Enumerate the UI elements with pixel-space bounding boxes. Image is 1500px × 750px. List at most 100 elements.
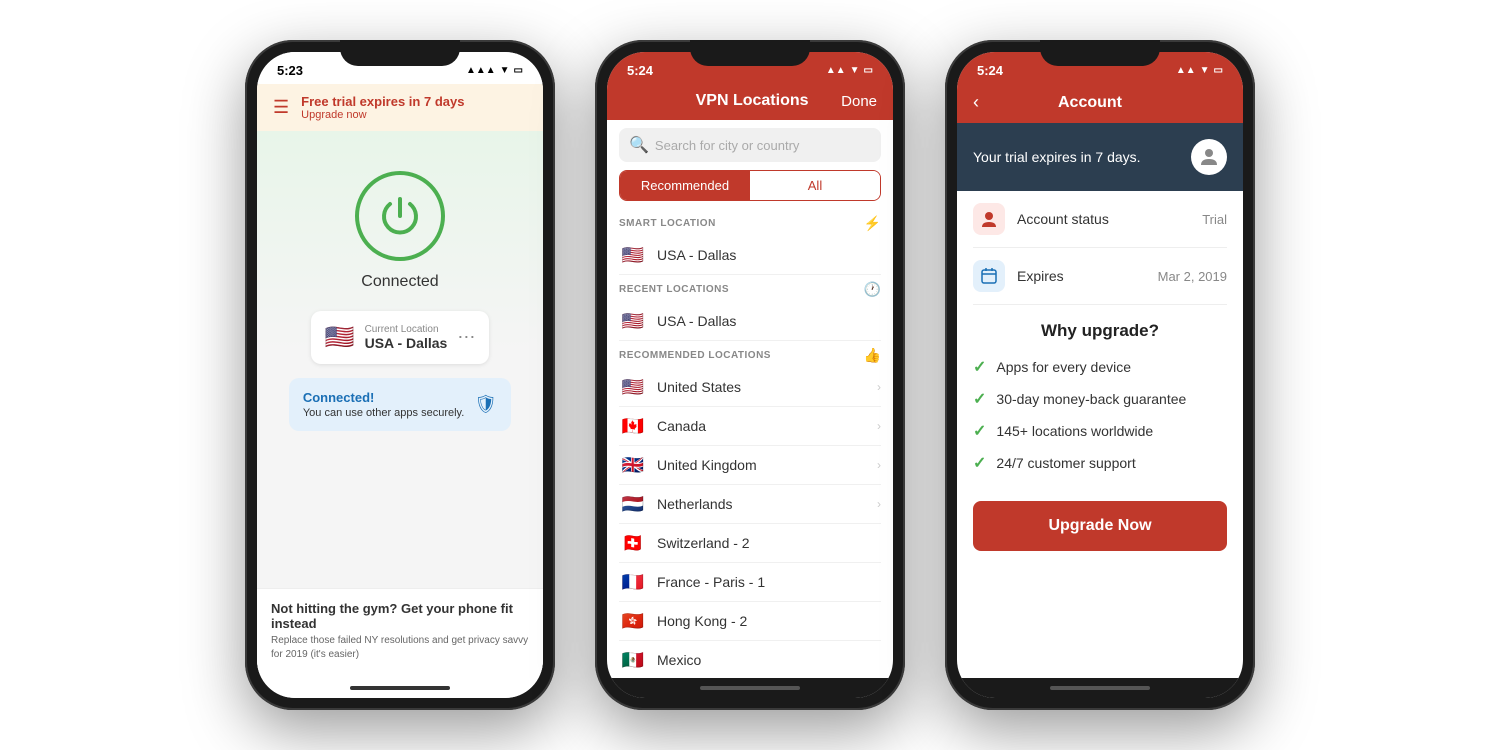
upgrade-button[interactable]: Upgrade Now (973, 501, 1227, 551)
battery-icon-1: ▭ (514, 65, 523, 76)
list-item[interactable]: 🇺🇸 USA - Dallas (619, 236, 881, 275)
avatar-icon (1191, 139, 1227, 175)
notch-2 (690, 40, 810, 66)
ad-area: Not hitting the gym? Get your phone fit … (257, 588, 543, 678)
flag-us-smart: 🇺🇸 (619, 245, 647, 265)
list-item[interactable]: 🇲🇽 Mexico (619, 641, 881, 678)
chevron-icon: › (877, 458, 881, 472)
list-item[interactable]: 🇭🇰 Hong Kong - 2 (619, 602, 881, 641)
phone-1-screen: 5:23 ▲▲▲ ▼ ▭ ☰ Free trial expires in 7 d… (257, 52, 543, 698)
upgrade-title: Why upgrade? (973, 321, 1227, 341)
flag-hk: 🇭🇰 (619, 611, 647, 631)
trial-text: Free trial expires in 7 days Upgrade now (301, 94, 464, 121)
feature-item-1: ✓ Apps for every device (973, 357, 1227, 377)
home-bar-3 (957, 678, 1243, 698)
location-label: Current Location (365, 324, 448, 335)
loc-name: Hong Kong - 2 (657, 613, 881, 629)
home-indicator-3 (1050, 686, 1150, 690)
wifi-icon-2: ▼ (850, 65, 860, 76)
loc-name: Switzerland - 2 (657, 535, 881, 551)
phones-container: 5:23 ▲▲▲ ▼ ▭ ☰ Free trial expires in 7 d… (225, 20, 1275, 730)
chevron-icon: › (877, 380, 881, 394)
trial-header: ☰ Free trial expires in 7 days Upgrade n… (257, 84, 543, 131)
expires-label: Expires (1017, 268, 1146, 284)
feature-item-2: ✓ 30-day money-back guarantee (973, 389, 1227, 409)
flag-nl: 🇳🇱 (619, 494, 647, 514)
location-name: USA - Dallas (365, 335, 448, 351)
battery-icon-3: ▭ (1214, 65, 1223, 76)
tab-recommended[interactable]: Recommended (620, 171, 750, 200)
list-item[interactable]: 🇬🇧 United Kingdom › (619, 446, 881, 485)
done-button[interactable]: Done (841, 93, 877, 110)
check-icon-2: ✓ (973, 389, 986, 409)
power-btn-area: Connected (355, 171, 445, 291)
location-flag: 🇺🇸 (325, 323, 355, 352)
connected-label: Connected (361, 273, 438, 291)
status-icons-1: ▲▲▲ ▼ ▭ (466, 65, 523, 76)
status-time-2: 5:24 (627, 63, 653, 78)
account-status-label: Account status (1017, 211, 1190, 227)
phone-3: 5:24 ▲▲ ▼ ▭ ‹ Account Your trial expires… (945, 40, 1255, 710)
search-icon: 🔍 (629, 135, 649, 155)
loc-name: France - Paris - 1 (657, 574, 881, 590)
status-time-3: 5:24 (977, 63, 1003, 78)
more-options-icon[interactable]: ⋯ (457, 327, 475, 348)
feature-item-3: ✓ 145+ locations worldwide (973, 421, 1227, 441)
notch-1 (340, 40, 460, 66)
ad-title: Not hitting the gym? Get your phone fit … (271, 601, 529, 631)
status-time-1: 5:23 (277, 63, 303, 78)
account-title: Account (987, 94, 1193, 112)
list-item[interactable]: 🇨🇭 Switzerland - 2 (619, 524, 881, 563)
expires-value: Mar 2, 2019 (1158, 269, 1227, 284)
search-input[interactable]: 🔍 Search for city or country (619, 128, 881, 162)
loc-name: Canada (657, 418, 867, 434)
list-item[interactable]: 🇺🇸 USA - Dallas (619, 302, 881, 341)
signal-icon-3: ▲▲ (1176, 65, 1196, 76)
trial-banner-text: Your trial expires in 7 days. (973, 149, 1141, 165)
hamburger-icon[interactable]: ☰ (273, 97, 289, 118)
flag-uk: 🇬🇧 (619, 455, 647, 475)
account-status-value: Trial (1202, 212, 1227, 227)
recommended-location-icon: 👍 (864, 347, 881, 364)
feature-item-4: ✓ 24/7 customer support (973, 453, 1227, 473)
account-status-icon (973, 203, 1005, 235)
list-item[interactable]: 🇨🇦 Canada › (619, 407, 881, 446)
connected-banner: Connected! You can use other apps secure… (289, 378, 511, 431)
account-status-row: Account status Trial (973, 191, 1227, 248)
recommended-location-header: RECOMMENDED LOCATIONS 👍 (619, 341, 881, 368)
tab-all[interactable]: All (750, 171, 880, 200)
wifi-icon-1: ▼ (500, 65, 510, 76)
vpn-title: VPN Locations (663, 92, 841, 110)
smart-location-icon: ⚡ (864, 215, 881, 232)
trial-title: Free trial expires in 7 days (301, 94, 464, 109)
ad-sub: Replace those failed NY resolutions and … (271, 634, 529, 662)
loc-name: Mexico (657, 652, 881, 668)
phone-1: 5:23 ▲▲▲ ▼ ▭ ☰ Free trial expires in 7 d… (245, 40, 555, 710)
list-item[interactable]: 🇫🇷 France - Paris - 1 (619, 563, 881, 602)
home-indicator-1 (350, 686, 450, 690)
feature-text-3: 145+ locations worldwide (996, 423, 1153, 439)
back-button[interactable]: ‹ (973, 92, 979, 113)
flag-ch: 🇨🇭 (619, 533, 647, 553)
phone-3-screen: 5:24 ▲▲ ▼ ▭ ‹ Account Your trial expires… (957, 52, 1243, 698)
feature-text-1: Apps for every device (996, 359, 1131, 375)
wifi-icon-3: ▼ (1200, 65, 1210, 76)
smart-location-title: SMART LOCATION (619, 218, 716, 229)
expires-row: Expires Mar 2, 2019 (973, 248, 1227, 305)
banner-sub: You can use other apps securely. (303, 407, 464, 419)
loc-name: USA - Dallas (657, 313, 881, 329)
recent-location-icon: 🕐 (864, 281, 881, 298)
power-button[interactable] (355, 171, 445, 261)
banner-title: Connected! (303, 390, 464, 405)
flag-us: 🇺🇸 (619, 377, 647, 397)
status-icons-2: ▲▲ ▼ ▭ (826, 65, 873, 76)
home-indicator-2 (700, 686, 800, 690)
list-item[interactable]: 🇺🇸 United States › (619, 368, 881, 407)
notch-3 (1040, 40, 1160, 66)
trial-sub[interactable]: Upgrade now (301, 109, 464, 121)
search-bar: 🔍 Search for city or country (607, 120, 893, 170)
chevron-icon: › (877, 497, 881, 511)
list-item[interactable]: 🇳🇱 Netherlands › (619, 485, 881, 524)
banner-text: Connected! You can use other apps secure… (303, 390, 464, 419)
status-icons-3: ▲▲ ▼ ▭ (1176, 65, 1223, 76)
